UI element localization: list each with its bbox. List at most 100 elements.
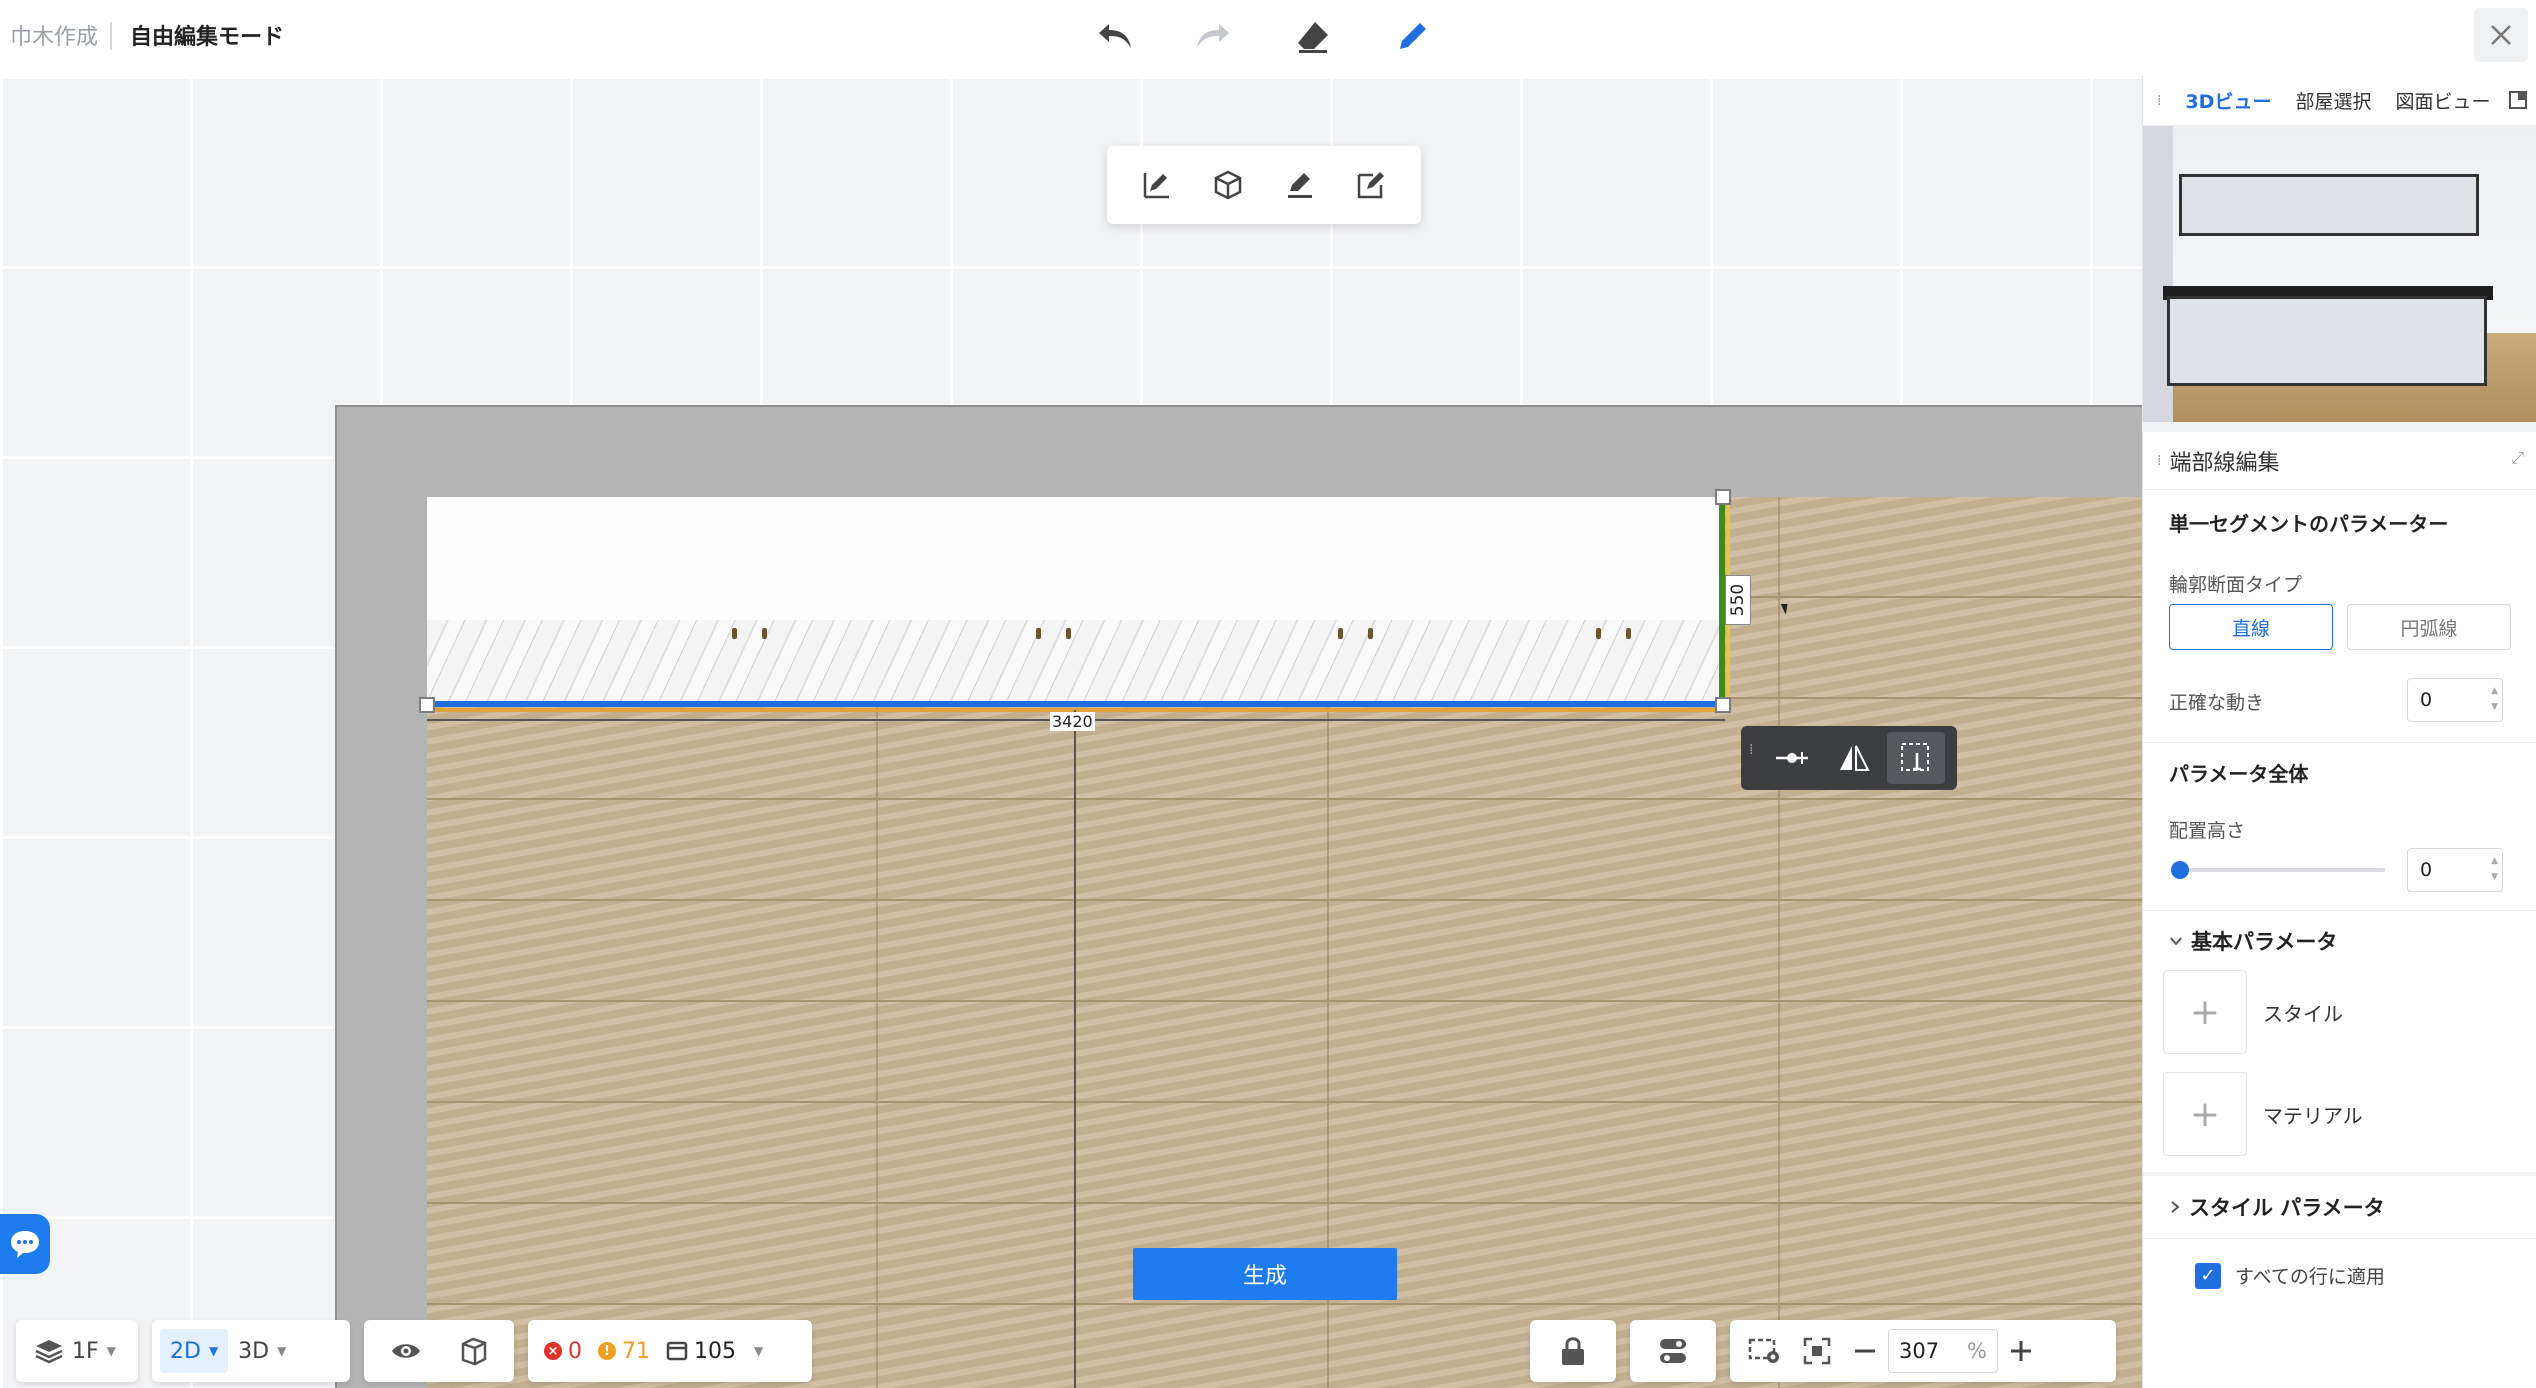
zoom-in-button[interactable] [1998,1329,2044,1373]
stepper-arrows-icon[interactable]: ▲ ▼ [2491,853,2498,885]
add-style-button[interactable]: + [2163,970,2247,1054]
height-label: 配置高さ [2169,820,2246,842]
mirror-button[interactable] [1825,732,1883,784]
height-slider-track[interactable] [2177,868,2385,872]
toggle-tool [1630,1320,1716,1382]
pencil-button[interactable] [1385,10,1441,62]
panel-title: 端部線編集 [2169,450,2280,476]
style-params-title: スタイル パラメータ [2189,1196,2385,1220]
floor-selector[interactable]: 1F ▼ [16,1320,138,1382]
apply-all-label: すべての行に適用 [2235,1266,2385,1288]
cube-button[interactable] [1203,160,1253,210]
view-settings-icon [1748,1338,1779,1363]
item-count[interactable]: 105 [666,1339,736,1364]
chat-button[interactable] [0,1214,50,1274]
undo-button[interactable] [1087,10,1143,62]
warning-count[interactable]: ! 71 [598,1339,650,1364]
close-icon [2491,25,2511,45]
dimension-height-value: 550 [1728,583,1749,617]
style-params-toggle[interactable]: スタイル パラメータ [2169,1192,2385,1222]
close-button[interactable] [2474,8,2528,62]
profile-arc-button[interactable]: 円弧線 [2347,604,2511,650]
precise-move-input[interactable]: 0 ▲ ▼ [2407,678,2503,722]
draw-line-button[interactable] [1132,160,1182,210]
cube-icon [1215,170,1242,200]
panel-header: ⁞ 端部線編集 ⤢ [2143,432,2536,490]
3d-preview[interactable] [2143,126,2536,422]
dimension-height-label[interactable]: 550 [1725,575,1751,625]
pencil-icon [1400,23,1426,49]
edit-icon [1287,173,1312,198]
divider [2143,742,2536,743]
redo-button[interactable] [1185,10,1241,62]
tab-room-select[interactable]: 部屋選択 [2295,87,2371,114]
cabinet-knob [1626,628,1631,639]
lock-button[interactable] [1549,1329,1597,1373]
toggle-icon [1660,1339,1686,1363]
warning-icon: ! [598,1342,616,1360]
basic-params-toggle[interactable]: 基本パラメータ [2169,926,2337,956]
tab-3d-view[interactable]: 3Dビュー [2185,87,2271,114]
issue-counter[interactable]: × 0 ! 71 105 ▼ [528,1320,812,1382]
zoom-input[interactable]: 307 % [1888,1329,1998,1373]
chevron-down-icon: ▼ [277,1344,287,1358]
floor-dropdown[interactable]: 1F ▼ [24,1329,126,1373]
floor-label: 1F [72,1338,99,1364]
material-label: マテリアル [2263,1104,2363,1128]
minus-icon [1855,1349,1875,1353]
view-3d-button[interactable]: 3D ▼ [228,1329,296,1373]
drag-handle-icon[interactable]: ⁞ [2157,453,2161,469]
height-slider-handle[interactable] [2171,861,2189,879]
view-3d-label: 3D [238,1338,270,1364]
app-title[interactable]: 巾木作成 [10,0,98,70]
view-settings-button[interactable] [1738,1329,1792,1373]
box-view-button[interactable] [447,1329,499,1373]
expand-icon[interactable]: ⤢ [2511,448,2524,468]
error-count[interactable]: × 0 [544,1339,582,1364]
select-area-icon [1901,743,1929,771]
tab-drawing-view[interactable]: 図面ビュー [2395,87,2490,114]
stepper-arrows-icon[interactable]: ▲ ▼ [2491,683,2498,715]
select-area-button[interactable] [1887,732,1945,784]
plus-icon: + [2189,991,2221,1033]
counter-marble-texture [427,620,1723,705]
popout-icon[interactable] [2508,90,2528,110]
edit-box-button[interactable] [1346,160,1396,210]
edit-button[interactable] [1275,160,1325,210]
eraser-button[interactable] [1285,10,1341,62]
mode-title: 自由編集モード [130,25,285,50]
zoom-value: 307 [1899,1339,1940,1363]
cabinet-knob [1368,628,1373,639]
view-mode-selector: 2D ▼ 3D ▼ [152,1320,350,1382]
corner-handle[interactable] [1715,697,1731,713]
style-label: スタイル [2263,1002,2343,1026]
profile-straight-button[interactable]: 直線 [2169,604,2333,650]
breadcrumb-separator [110,22,112,50]
fit-view-button[interactable] [1792,1329,1842,1373]
view-2d-label: 2D [170,1338,201,1364]
toggle-settings-button[interactable] [1648,1329,1698,1373]
add-material-button[interactable]: + [2163,1072,2247,1156]
view-2d-button[interactable]: 2D ▼ [160,1329,229,1373]
visibility-button[interactable] [380,1329,432,1373]
check-icon[interactable]: ✓ [2195,1262,2221,1289]
error-icon: × [544,1342,562,1360]
undo-icon [1099,24,1131,48]
baseboard-line-selected[interactable] [427,701,1723,707]
chevron-down-icon[interactable]: ▼ [754,1344,763,1358]
edit-box-icon [1358,172,1385,199]
dimension-width-label[interactable]: 3420 [1050,712,1095,731]
zoom-unit: % [1967,1339,1987,1363]
node-icon [1776,752,1808,764]
drag-handle-icon[interactable]: ⁞ [1749,743,1759,769]
drag-handle-icon[interactable]: ⁞ [2157,93,2161,109]
corner-handle[interactable] [419,697,435,713]
item-count-value: 105 [694,1338,736,1364]
preview-base-cabinet [2167,296,2487,386]
zoom-out-button[interactable] [1842,1329,1888,1373]
corner-handle[interactable] [1715,489,1731,505]
height-input[interactable]: 0 ▲ ▼ [2407,848,2503,892]
generate-button[interactable]: 生成 [1133,1248,1397,1300]
apply-all-checkbox[interactable]: ✓ すべての行に適用 [2195,1262,2385,1289]
add-node-button[interactable] [1763,732,1821,784]
